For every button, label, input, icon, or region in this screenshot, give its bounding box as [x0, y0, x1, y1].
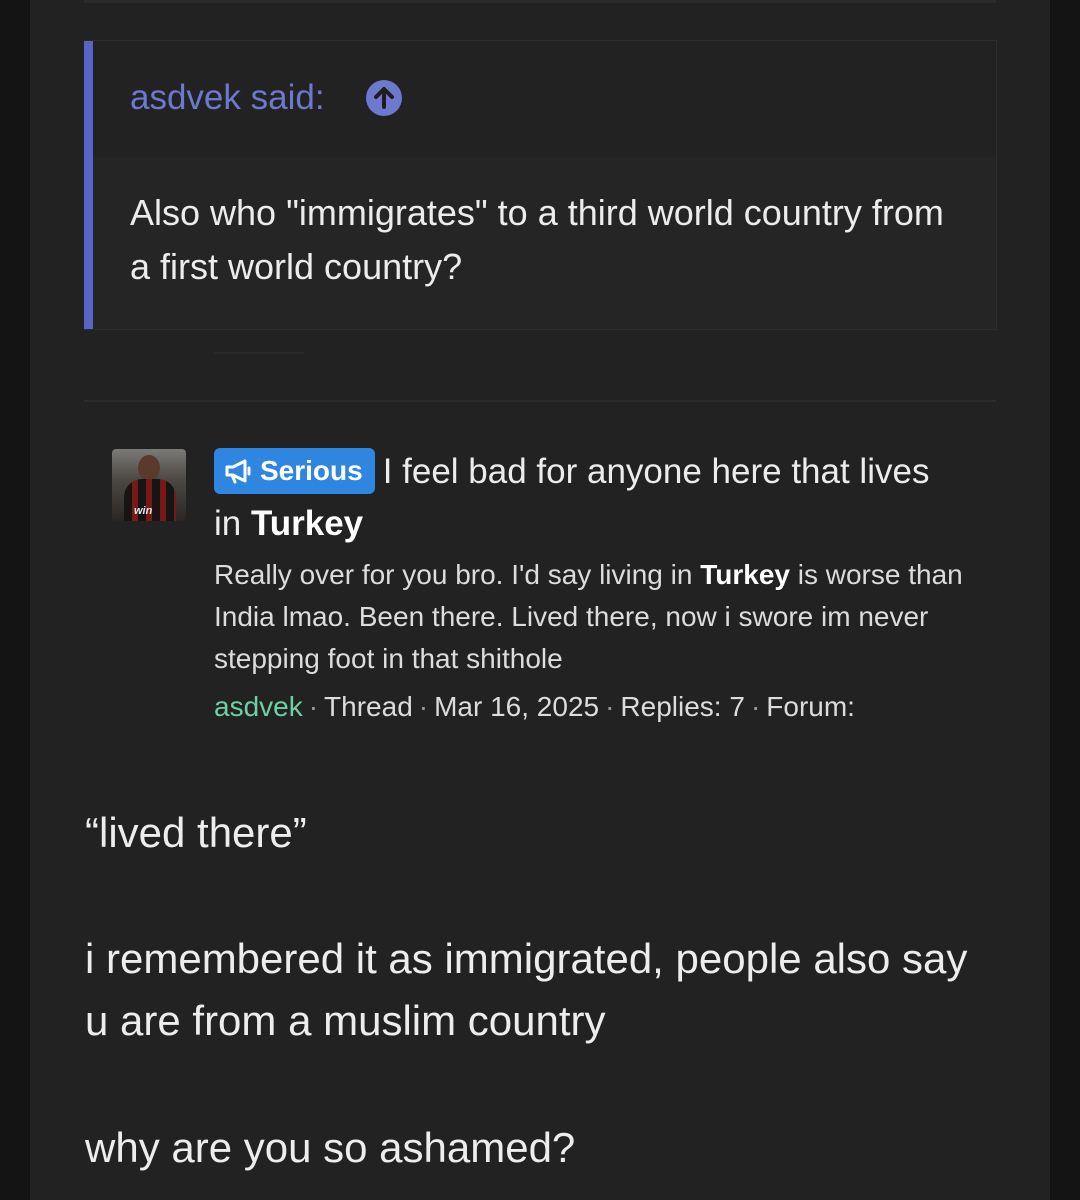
meta-separator: ·: [308, 691, 319, 722]
thread-title[interactable]: Serious I feel bad for anyone here that l…: [214, 446, 954, 550]
separator-line: [214, 352, 304, 354]
meta-forum: Forum:: [766, 691, 855, 722]
section-divider: [84, 400, 996, 402]
quote-author-link[interactable]: asdvek said:: [130, 78, 325, 118]
reply-line-quote: “lived there”: [85, 809, 307, 856]
prefix-badge[interactable]: Serious: [214, 448, 375, 494]
meta-replies: Replies: 7: [620, 691, 745, 722]
meta-separator: ·: [418, 691, 429, 722]
reply-paragraph: i remembered it as immigrated, people al…: [85, 935, 968, 1044]
quote-text: Also who "immigrates" to a third world c…: [130, 192, 944, 287]
reply-question: why are you so ashamed?: [85, 1124, 576, 1171]
user-avatar[interactable]: win: [112, 449, 186, 521]
snippet-text: Really over for you bro. I'd say living …: [214, 559, 701, 590]
quote-accent-bar: [84, 41, 93, 329]
snippet-highlight: Turkey: [700, 559, 790, 590]
meta-separator: ·: [750, 691, 761, 722]
thread-snippet: Really over for you bro. I'd say living …: [214, 554, 974, 680]
badge-label: Serious: [260, 455, 363, 486]
megaphone-icon: [225, 459, 251, 484]
title-highlight: Turkey: [250, 504, 364, 543]
arrow-up-circle-icon[interactable]: [366, 80, 402, 116]
thread-meta: asdvek · Thread · Mar 16, 2025 · Replies: 7 · Fo…: [214, 686, 994, 728]
meta-author-link[interactable]: asdvek: [214, 691, 303, 722]
meta-date: Mar 16, 2025: [434, 691, 600, 722]
meta-type: Thread: [324, 691, 413, 722]
top-divider: [84, 0, 996, 3]
meta-separator: ·: [605, 691, 615, 722]
